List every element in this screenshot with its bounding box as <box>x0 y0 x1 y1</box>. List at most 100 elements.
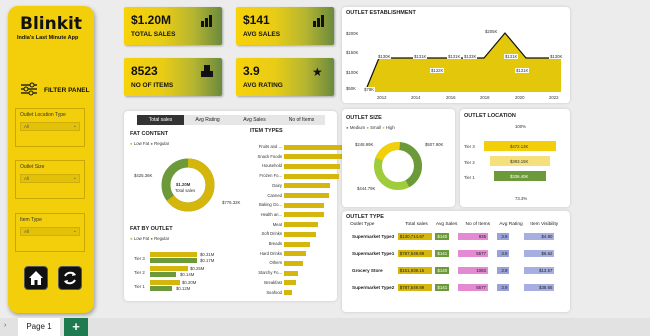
point-label: $132K <box>430 68 445 73</box>
bar-value: $0.31M <box>200 252 215 257</box>
outlet-size-title: OUTLET SIZE <box>346 115 382 121</box>
point-label: $130K <box>377 54 392 59</box>
item-type-dropdown[interactable]: All ⌄ <box>20 227 80 236</box>
fat-by-outlet-legend: ● Low Fat ● Regular <box>130 236 169 241</box>
bar-tier3-low-fat <box>150 252 197 257</box>
table-cell-value: 3.9 <box>497 267 510 274</box>
x-tick: 2022 <box>549 95 559 100</box>
col-header: Avg Rating <box>499 222 523 227</box>
bar-tier1-low-fat <box>150 280 180 285</box>
tier-label: Tier 1 <box>134 284 145 289</box>
legend-dot: ● <box>130 236 133 241</box>
kpi-label: TOTAL SALES <box>131 31 176 38</box>
add-page-button[interactable]: + <box>64 318 88 336</box>
boxes-icon <box>201 65 213 77</box>
item-type-bar <box>284 241 310 247</box>
item-type-label: Meat <box>272 221 282 227</box>
home-button[interactable] <box>24 266 48 290</box>
funnel-bottom-label: 73.3% <box>515 196 528 201</box>
table-cell-value: $4.80 <box>524 233 555 240</box>
y-tick: $200K <box>346 31 359 36</box>
y-tick: $50K <box>346 86 357 91</box>
refresh-icon <box>64 271 76 285</box>
x-tick: 2018 <box>480 95 490 100</box>
outlet-type-name: Supermarket Type3 <box>352 234 395 239</box>
point-label: $130K <box>549 54 564 59</box>
table-cell-value: $130,714.67 <box>397 233 432 240</box>
slicer-value: All <box>24 124 30 129</box>
kpi-no-of-items: 8523 NO OF ITEMS <box>124 58 222 96</box>
tier-label: Tier 3 <box>464 144 475 149</box>
table-cell-value: $151,939.15 <box>397 267 432 274</box>
table-cell-value: 3.9 <box>497 233 510 240</box>
tab-total-sales[interactable]: Total sales <box>137 115 184 125</box>
item-type-label: Frozen Fo... <box>259 173 282 179</box>
legend-dot: ● <box>382 125 385 130</box>
slicer-label: Outlet Size <box>20 164 45 170</box>
table-cell: $140 <box>435 262 458 279</box>
page-tab[interactable]: Page 1 <box>18 318 60 336</box>
table-cell: 5577 <box>458 245 497 262</box>
table-cell: 5577 <box>458 279 497 296</box>
brand-logo: Blinkit <box>20 14 82 34</box>
table-row: Supermarket Type1 $787,549.89 $141 5577 3.9 $… <box>350 245 564 262</box>
kpi-value: $141 <box>243 13 270 27</box>
table-cell: 1083 <box>458 262 497 279</box>
bar-tier1-regular <box>150 286 172 291</box>
col-header: Total sales <box>405 222 428 227</box>
legend-high: High <box>385 125 395 130</box>
point-label: $133K <box>463 54 478 59</box>
item-type-bar <box>284 202 324 208</box>
kpi-label: NO OF ITEMS <box>131 82 174 89</box>
item-type-label: Others <box>269 260 282 266</box>
table-cell: 3.9 <box>497 262 524 279</box>
kpi-label: AVG SALES <box>243 31 281 38</box>
col-header: No of Items <box>465 222 491 227</box>
chevron-down-icon: ⌄ <box>72 175 77 181</box>
bar-tier3-regular <box>150 258 197 263</box>
x-tick: 2016 <box>446 95 456 100</box>
outlet-type-table: Outlet Type Total sales Avg Sales No of … <box>350 221 564 296</box>
bar-value: $0.14M <box>180 272 195 277</box>
tier-label: Tier 2 <box>134 270 145 275</box>
legend-regular: Regular <box>154 141 170 146</box>
kpi-label: AVG RATING <box>243 82 283 89</box>
bar-value: $0.17M <box>200 258 215 263</box>
table-cell-value: 3.9 <box>497 250 510 257</box>
reset-button[interactable] <box>58 266 82 290</box>
outlet-size-dropdown[interactable]: All ⌄ <box>20 174 80 183</box>
bar-chart-icon <box>313 15 324 27</box>
tier-label: Tier 3 <box>134 256 145 261</box>
bar-chart-icon <box>201 15 212 27</box>
donut-label-low-fat: $776.32K <box>222 200 241 205</box>
metric-tabs: Total sales Avg Rating Avg Sales No of I… <box>137 115 325 125</box>
scroll-left-icon[interactable]: › <box>4 322 6 329</box>
funnel-top-label: 100% <box>515 124 526 129</box>
legend-dot: ● <box>366 125 369 130</box>
filter-icon <box>21 82 37 96</box>
outlet-size-legend: ● Medium ● Small ● High <box>346 125 395 130</box>
item-type-bar <box>284 173 339 179</box>
tab-no-of-items[interactable]: No of Items <box>278 115 325 125</box>
table-cell: $787,549.89 <box>397 279 435 296</box>
table-cell: $140 <box>435 228 458 245</box>
outlet-location-type-dropdown[interactable]: All ⌄ <box>20 122 80 131</box>
table-cell-value: $13.57 <box>524 267 555 274</box>
donut-center-label: Total sales <box>175 188 196 193</box>
legend-dot: ● <box>150 236 153 241</box>
item-type-label: Soft Drinks <box>261 231 282 237</box>
table-cell-value: $141 <box>435 250 450 257</box>
tab-avg-sales[interactable]: Avg Sales <box>231 115 278 125</box>
y-tick: $100K <box>346 70 359 75</box>
item-type-bar <box>284 290 292 295</box>
item-type-label: Dairy <box>272 182 282 188</box>
tab-avg-rating[interactable]: Avg Rating <box>184 115 231 125</box>
item-type-label: Snack Foods <box>257 153 282 159</box>
table-cell-value: $6.62 <box>524 250 555 257</box>
outlet-establishment-title: OUTLET ESTABLISHMENT <box>346 10 416 16</box>
fat-content-title: FAT CONTENT <box>130 131 169 137</box>
slicer-label: Item Type <box>20 217 42 223</box>
point-label: $78K <box>363 87 376 92</box>
table-cell: $130,714.67 <box>397 228 435 245</box>
table-cell: $4.80 <box>524 228 564 245</box>
